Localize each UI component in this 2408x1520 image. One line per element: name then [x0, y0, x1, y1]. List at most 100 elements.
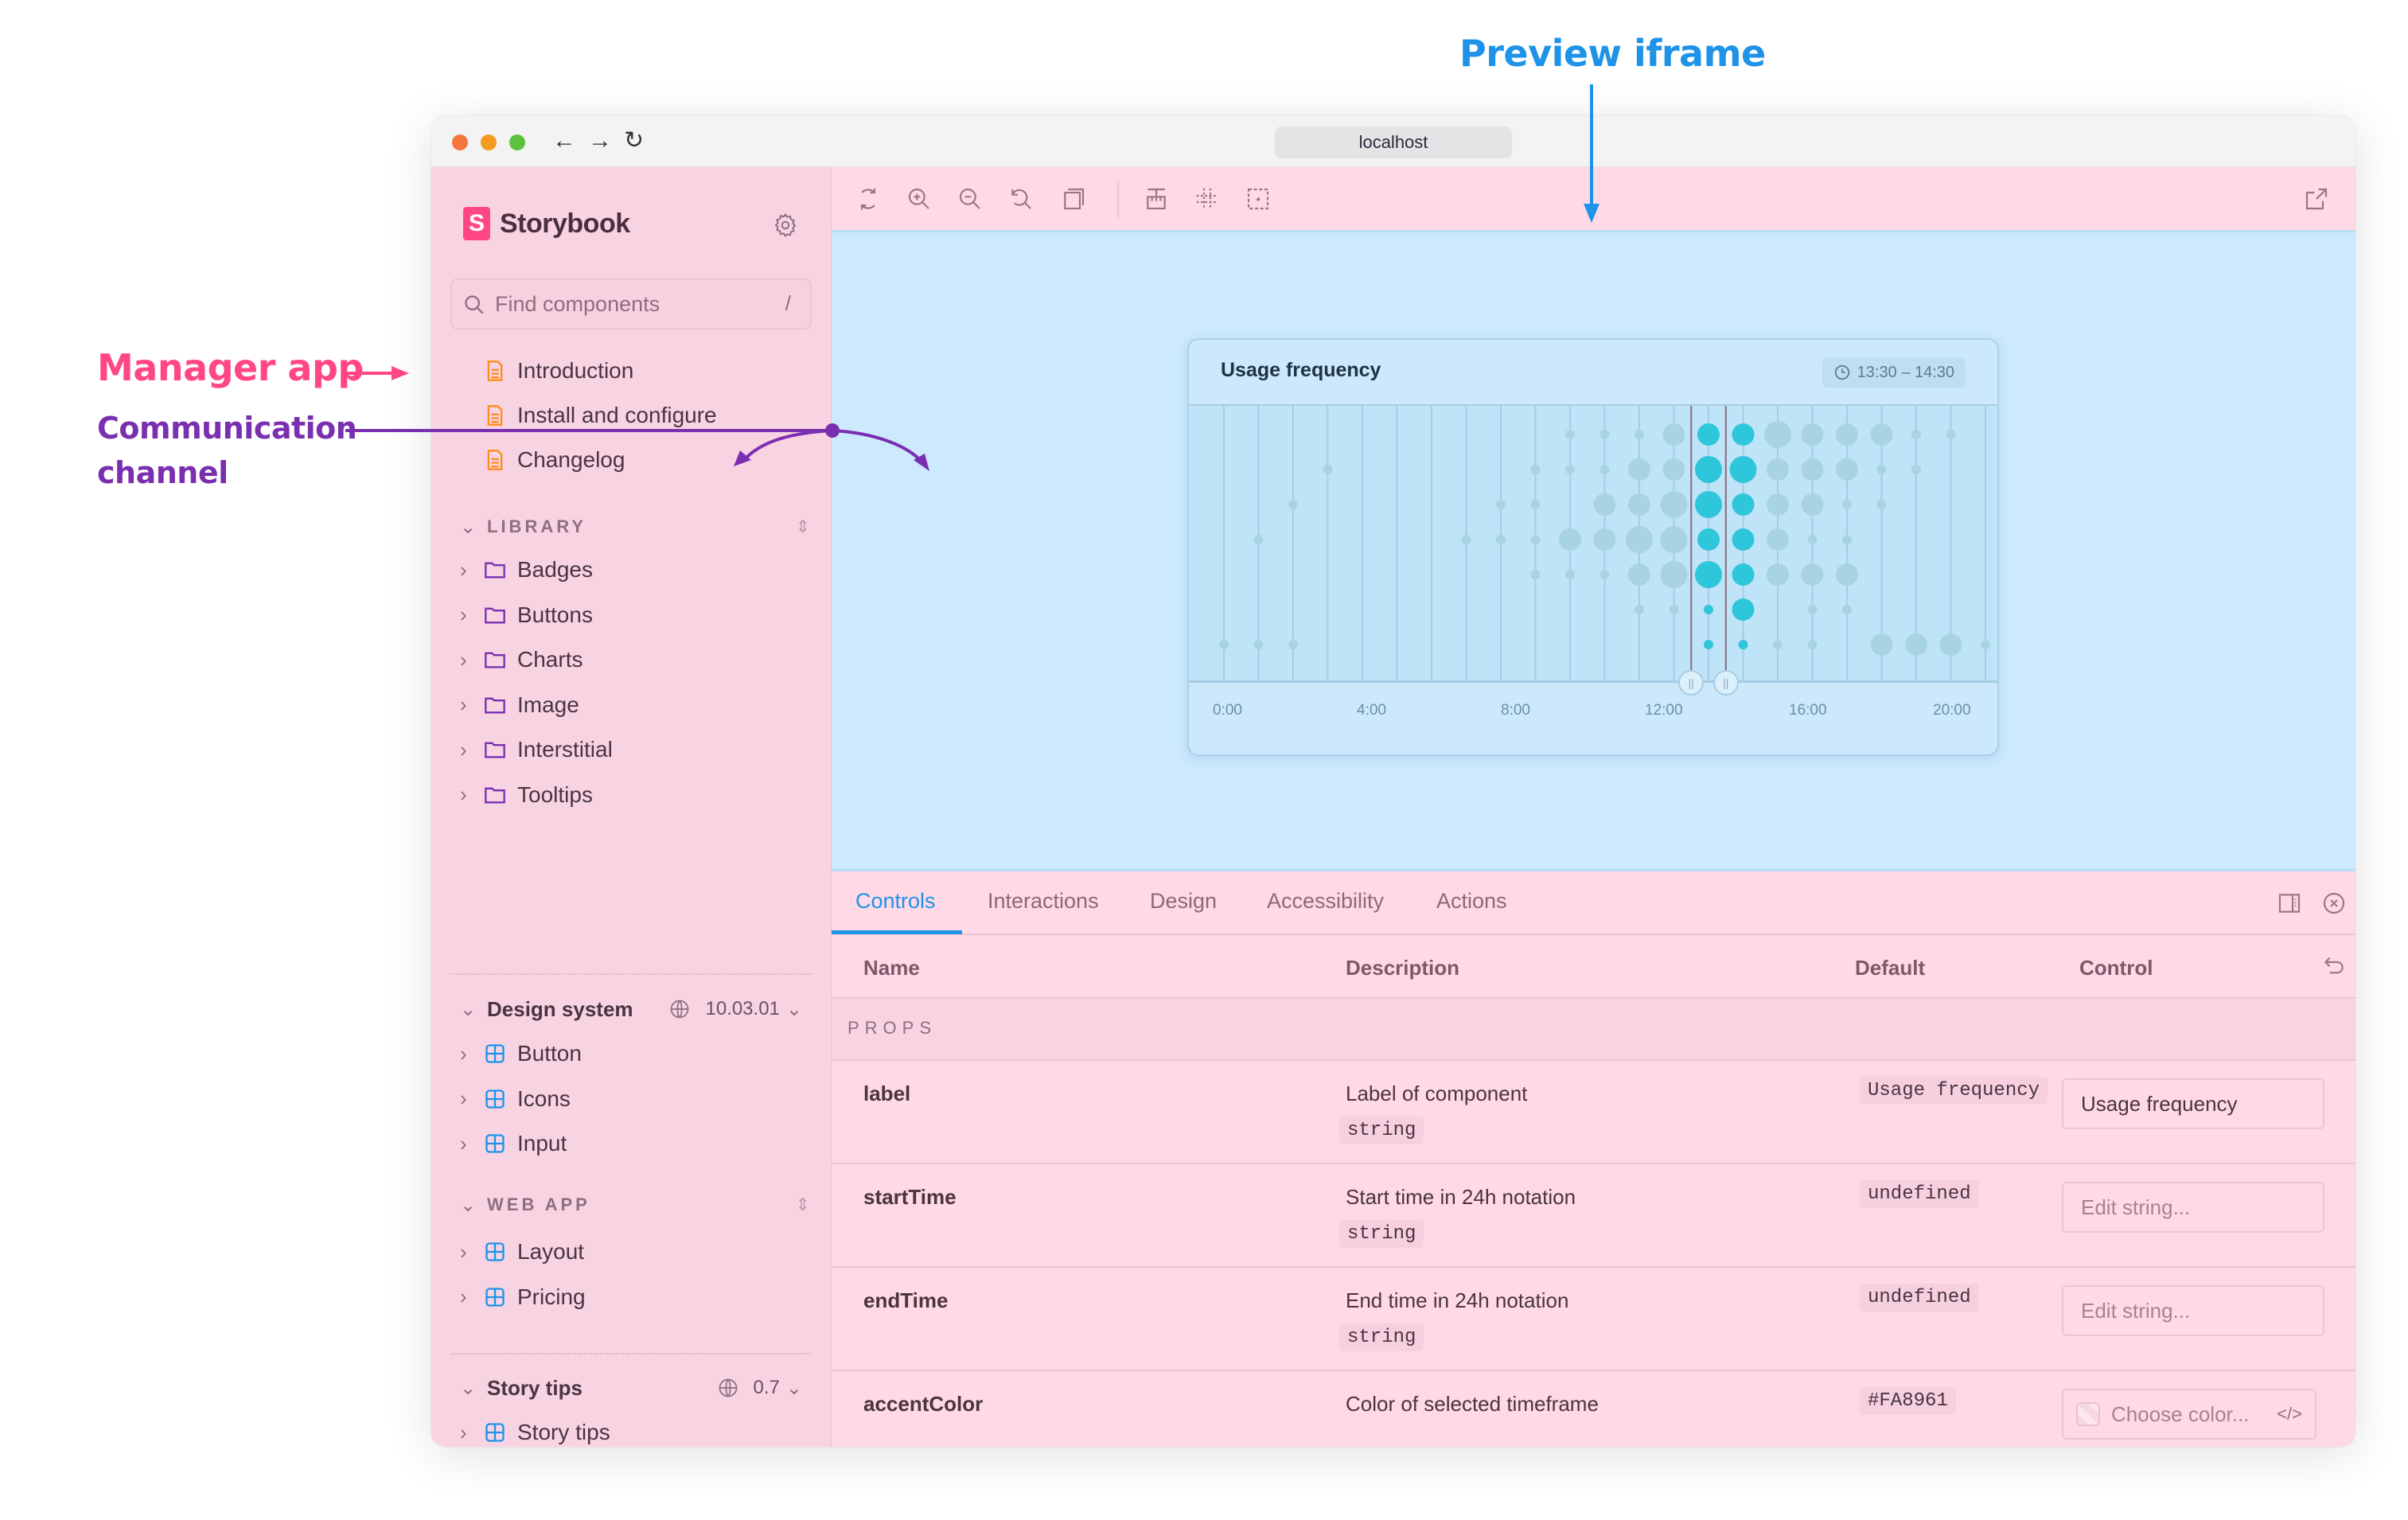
data-point: [1801, 493, 1824, 516]
chevron-right-icon[interactable]: ›: [460, 1421, 484, 1445]
chevron-right-icon[interactable]: ›: [460, 692, 484, 717]
toolbar-separator: [1117, 181, 1119, 218]
remount-icon[interactable]: [855, 186, 881, 212]
chevron-right-icon[interactable]: ›: [460, 1132, 484, 1156]
tab-controls[interactable]: Controls: [855, 889, 936, 914]
zoom-reset-icon[interactable]: [1008, 186, 1034, 212]
sidebar-divider: [450, 1353, 812, 1354]
folder-icon: [485, 652, 505, 668]
data-point: [1253, 535, 1264, 544]
prop-description: End time in 24h notation: [1346, 1288, 1569, 1312]
group-design-system[interactable]: ⌄ Design system 10.03.01 ⌄: [460, 992, 810, 1027]
prop-description: Color of selected timeframe: [1346, 1392, 1599, 1416]
data-point: [1764, 421, 1791, 448]
sidebar-item-changelog[interactable]: Changelog: [431, 441, 813, 479]
tab-design[interactable]: Design: [1150, 889, 1217, 914]
zoom-in-icon[interactable]: [906, 186, 932, 212]
x-tick-label: 4:00: [1357, 702, 1386, 719]
settings-gear-icon[interactable]: [772, 212, 799, 239]
label-control-input[interactable]: [2062, 1078, 2324, 1129]
chevron-down-icon: ⌄: [785, 998, 802, 1020]
sidebar-item-button[interactable]: › Button: [431, 1035, 813, 1073]
expand-collapse-icon[interactable]: ⇕: [796, 1195, 810, 1215]
open-in-new-tab-icon[interactable]: [2304, 186, 2329, 212]
data-point: [1626, 526, 1653, 553]
sidebar-item-introduction[interactable]: Introduction: [431, 352, 813, 390]
chevron-down-icon: ⌄: [460, 998, 477, 1020]
panel-orientation-icon[interactable]: [2277, 891, 2302, 916]
data-point: [1288, 640, 1298, 649]
endtime-control-input[interactable]: [2062, 1285, 2324, 1336]
search-input[interactable]: [495, 280, 766, 328]
sidebar-item-story-tips[interactable]: › Story tips: [431, 1413, 813, 1447]
data-point: [1593, 493, 1616, 516]
sidebar-item-tooltips[interactable]: › Tooltips: [431, 776, 813, 814]
sidebar-item-pricing[interactable]: › Pricing: [431, 1278, 813, 1316]
x-tick-label: 8:00: [1501, 702, 1530, 719]
brand[interactable]: S Storybook: [463, 207, 630, 240]
group-story-tips[interactable]: ⌄ Story tips 0.7 ⌄: [460, 1370, 810, 1405]
sidebar-item-interstitial[interactable]: › Interstitial: [431, 731, 813, 769]
section-library[interactable]: ⌄ LIBRARY ⇕: [460, 511, 810, 543]
data-point: [1565, 465, 1575, 474]
grid-icon[interactable]: [1194, 186, 1220, 212]
sidebar-item-install-and-configure[interactable]: Install and configure: [431, 396, 813, 435]
address-bar[interactable]: localhost: [1275, 127, 1512, 158]
code-toggle-icon[interactable]: </>: [2277, 1404, 2302, 1425]
chevron-right-icon[interactable]: ›: [460, 738, 484, 762]
preview-toolbar: [832, 167, 2355, 232]
close-window-button[interactable]: [452, 134, 468, 150]
sidebar-item-icons[interactable]: › Icons: [431, 1080, 813, 1118]
version-selector[interactable]: 0.7 ⌄: [717, 1377, 802, 1400]
section-web-app[interactable]: ⌄ WEB APP ⇕: [460, 1189, 810, 1221]
version-selector[interactable]: 10.03.01 ⌄: [668, 998, 802, 1021]
data-point: [1801, 458, 1824, 481]
data-point: [1496, 535, 1506, 544]
data-point: [1635, 605, 1644, 614]
range-end-handle[interactable]: ||: [1712, 670, 1739, 696]
x-tick-label: 16:00: [1789, 702, 1827, 719]
close-panel-icon[interactable]: [2321, 891, 2347, 916]
data-point: [1981, 640, 1990, 649]
starttime-control-input[interactable]: [2062, 1182, 2324, 1233]
color-swatch[interactable]: [2076, 1402, 2100, 1426]
reload-button[interactable]: ↻: [624, 127, 644, 155]
search-box[interactable]: /: [450, 279, 812, 329]
data-point: [1662, 458, 1685, 481]
sidebar-item-image[interactable]: › Image: [431, 686, 813, 724]
color-picker-control[interactable]: Choose color... </>: [2062, 1389, 2316, 1440]
data-point: [1530, 500, 1541, 509]
chevron-right-icon[interactable]: ›: [460, 782, 484, 807]
chevron-right-icon[interactable]: ›: [460, 1086, 484, 1111]
back-button[interactable]: ←: [552, 127, 576, 155]
data-point: [1870, 633, 1893, 656]
prop-name: accentColor: [863, 1392, 984, 1416]
zoom-out-icon[interactable]: [957, 186, 983, 212]
chevron-right-icon[interactable]: ›: [460, 558, 484, 583]
chevron-right-icon[interactable]: ›: [460, 648, 484, 672]
maximize-window-button[interactable]: [509, 134, 525, 150]
communication-channel-annotation: Communication channel: [97, 406, 357, 495]
chevron-right-icon[interactable]: ›: [460, 1240, 484, 1265]
outline-icon[interactable]: [1245, 186, 1271, 212]
tab-actions[interactable]: Actions: [1436, 889, 1507, 914]
sidebar-item-input[interactable]: › Input: [431, 1124, 813, 1163]
reset-controls-icon[interactable]: [2321, 953, 2347, 978]
sidebar-item-charts[interactable]: › Charts: [431, 641, 813, 679]
background-icon[interactable]: [1061, 186, 1086, 212]
forward-button[interactable]: →: [588, 127, 612, 155]
range-start-handle[interactable]: ||: [1678, 670, 1705, 696]
measure-icon[interactable]: [1144, 186, 1169, 212]
minimize-window-button[interactable]: [481, 134, 497, 150]
sidebar-item-badges[interactable]: › Badges: [431, 551, 813, 589]
communication-channel-line2: channel: [97, 455, 228, 490]
chevron-right-icon[interactable]: ›: [460, 1284, 484, 1309]
sidebar-item-buttons[interactable]: › Buttons: [431, 596, 813, 634]
expand-collapse-icon[interactable]: ⇕: [796, 516, 810, 537]
tab-interactions[interactable]: Interactions: [988, 889, 1099, 914]
tab-accessibility[interactable]: Accessibility: [1267, 889, 1384, 914]
chevron-right-icon[interactable]: ›: [460, 1042, 484, 1066]
data-point: [1704, 640, 1713, 649]
sidebar-item-layout[interactable]: › Layout: [431, 1233, 813, 1271]
chevron-right-icon[interactable]: ›: [460, 602, 484, 627]
